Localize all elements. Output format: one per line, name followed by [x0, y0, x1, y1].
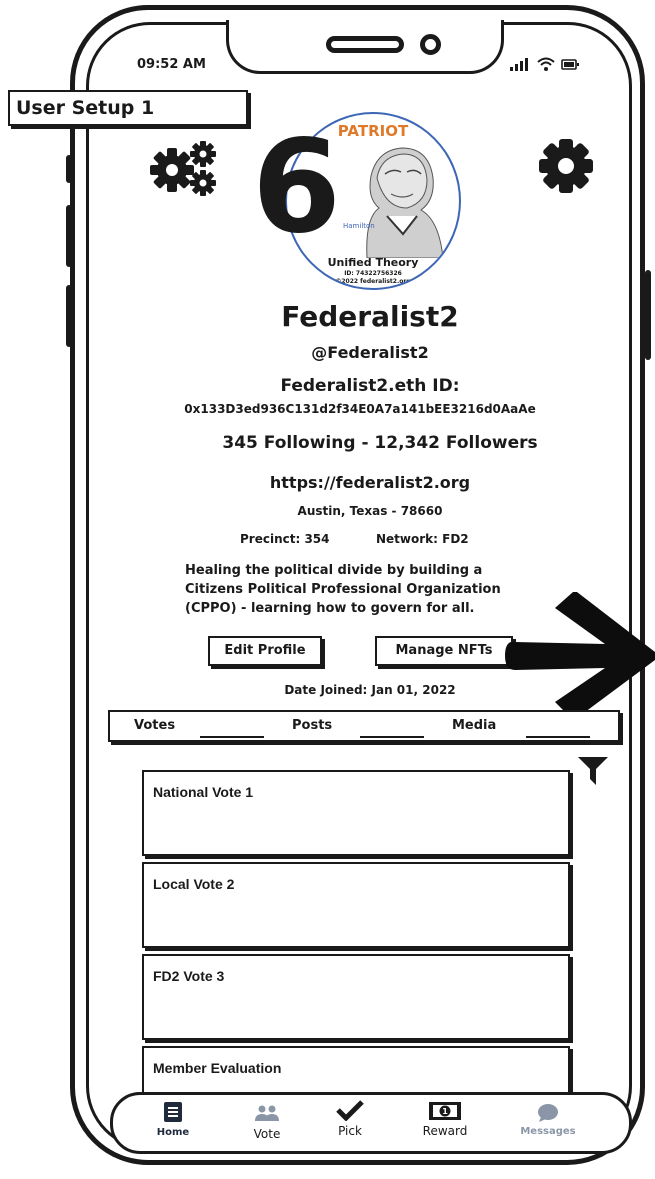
profile-handle: @Federalist2 [311, 343, 429, 362]
signal-icon [510, 57, 579, 71]
bottom-nav: Home Vote Pick 1 Reward Messages [110, 1092, 632, 1154]
edit-profile-button[interactable]: Edit Profile [208, 636, 322, 666]
bio-line: (CPPO) - learning how to govern for all. [185, 601, 475, 616]
chat-bubble-icon [538, 1104, 558, 1122]
feed-card[interactable]: National Vote 1 [142, 770, 570, 856]
tab-underline [526, 736, 590, 738]
seal-copyright: ©2022 federalist2.org [335, 278, 411, 285]
mute-switch [66, 155, 72, 183]
gears-icon[interactable] [150, 138, 220, 200]
badge-number: 6 [252, 113, 341, 262]
follow-stats[interactable]: 345 Following - 12,342 Followers [180, 433, 580, 453]
battery-icon [561, 59, 579, 70]
profile-name: Federalist2 [281, 300, 459, 333]
nav-home[interactable]: Home [143, 1101, 203, 1138]
portrait-image [366, 147, 444, 258]
nav-label: Pick [338, 1124, 362, 1138]
nav-label: Messages [520, 1126, 576, 1137]
eth-address: 0x133D3ed936C131d2f34E0A7a141bEE3216d0Aa… [184, 402, 536, 416]
manage-nfts-button[interactable]: Manage NFTs [375, 636, 513, 666]
dollar-bill-icon: 1 [429, 1102, 461, 1120]
nav-label: Vote [253, 1127, 281, 1141]
volume-up-button [66, 205, 72, 267]
nav-label: Home [156, 1127, 190, 1138]
settings-gear-icon[interactable] [538, 138, 594, 194]
nav-label: Reward [422, 1124, 468, 1138]
power-button [645, 270, 651, 360]
users-icon [255, 1105, 279, 1121]
wifi-icon [537, 57, 555, 71]
arrow-right-icon [505, 592, 655, 718]
tab-media[interactable]: Media [452, 718, 496, 733]
status-time: 09:52 AM [137, 57, 206, 72]
network-text: Network: FD2 [376, 532, 469, 546]
tab-posts[interactable]: Posts [292, 718, 332, 733]
feed-card[interactable]: FD2 Vote 3 [142, 954, 570, 1040]
card-title: Local Vote 2 [153, 876, 235, 892]
eth-id-label: Federalist2.eth ID: [280, 376, 460, 396]
card-title: National Vote 1 [153, 784, 254, 800]
tab-underline [360, 736, 424, 738]
seal-id: ID: 74322756326 [344, 270, 402, 277]
speaker [326, 36, 404, 53]
camera [420, 34, 441, 55]
tab-votes[interactable]: Votes [134, 718, 175, 733]
location-text: Austin, Texas - 78660 [297, 504, 443, 518]
status-icons [510, 56, 590, 72]
checkmark-icon [336, 1100, 364, 1122]
date-joined: Date Joined: Jan 01, 2022 [284, 683, 456, 697]
filter-icon[interactable] [576, 755, 610, 787]
volume-down-button [66, 285, 72, 347]
document-icon [164, 1102, 182, 1122]
content-tabs: Votes Posts Media [108, 710, 620, 742]
nav-reward[interactable]: 1 Reward [413, 1099, 477, 1138]
nav-pick[interactable]: Pick [320, 1099, 380, 1138]
bio-line: Citizens Political Professional Organiza… [185, 582, 501, 597]
website-link[interactable]: https://federalist2.org [180, 473, 560, 492]
screen-label: User Setup 1 [8, 90, 248, 126]
nav-vote[interactable]: Vote [237, 1105, 297, 1141]
nav-messages[interactable]: Messages [513, 1103, 583, 1137]
svg-text:1: 1 [442, 1107, 448, 1116]
feed-card[interactable]: Local Vote 2 [142, 862, 570, 948]
card-title: Member Evaluation [153, 1060, 282, 1076]
portrait-label: Hamilton [343, 222, 375, 230]
bio: Healing the political divide by building… [185, 561, 501, 618]
tab-underline [200, 736, 264, 738]
card-title: FD2 Vote 3 [153, 968, 225, 984]
bio-line: Healing the political divide by building… [185, 563, 483, 578]
precinct-text: Precinct: 354 [240, 532, 330, 546]
